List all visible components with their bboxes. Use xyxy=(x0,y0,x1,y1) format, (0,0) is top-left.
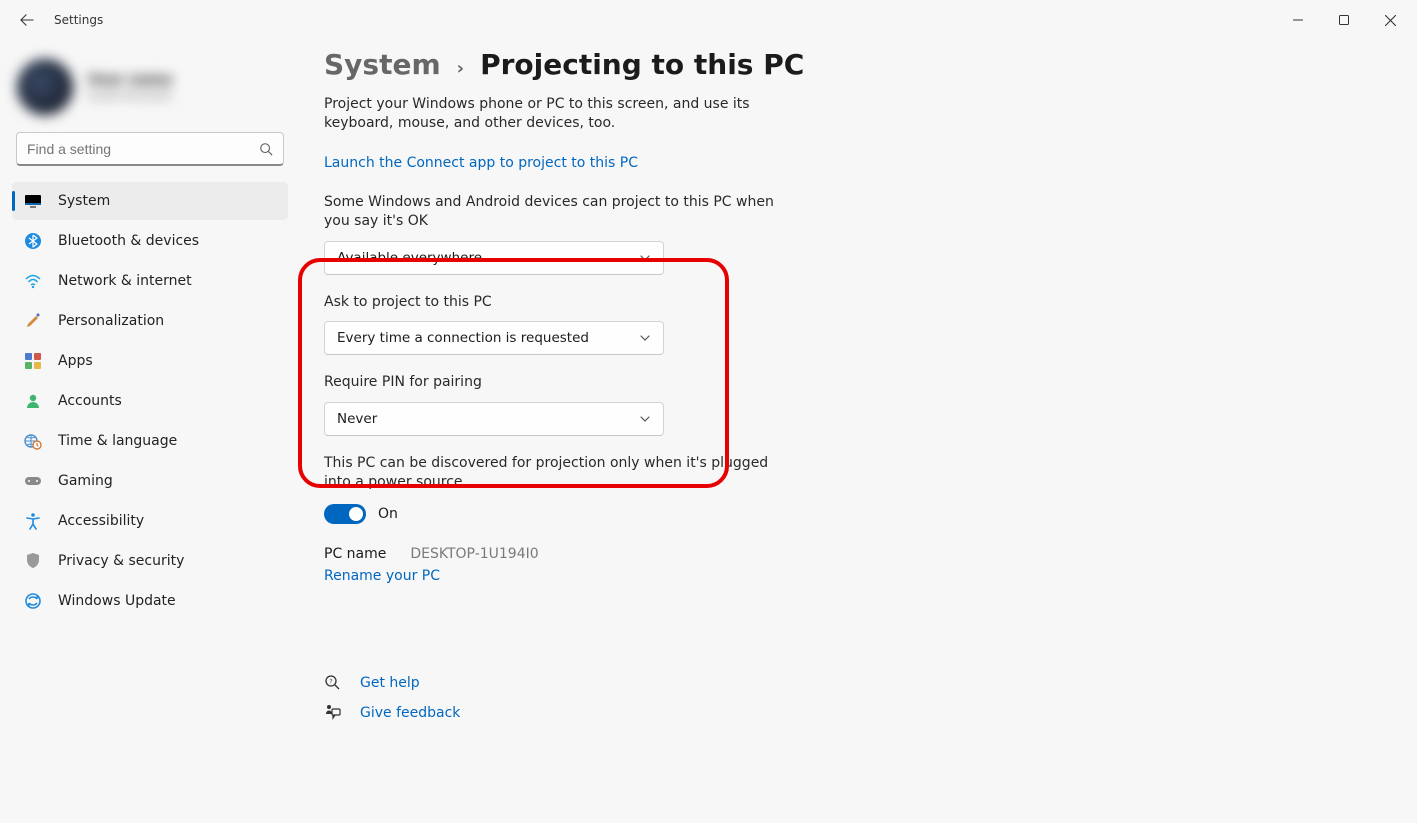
nav-label: Privacy & security xyxy=(58,553,184,569)
ask-select[interactable]: Every time a connection is requested xyxy=(324,321,664,355)
paintbrush-icon xyxy=(24,312,42,330)
toggle-state-label: On xyxy=(378,506,398,522)
breadcrumb-system[interactable]: System xyxy=(324,48,441,81)
nav-item-system[interactable]: System xyxy=(12,182,288,220)
nav-item-privacy[interactable]: Privacy & security xyxy=(12,542,288,580)
discover-label: This PC can be discovered for projection… xyxy=(324,454,779,492)
app-title: Settings xyxy=(54,13,103,27)
pcname-label: PC name xyxy=(324,546,386,562)
search-input-wrap[interactable] xyxy=(16,132,284,166)
profile-name: User name xyxy=(88,72,172,88)
get-help-link[interactable]: ? Get help xyxy=(324,674,1387,692)
nav-label: Time & language xyxy=(58,433,177,449)
minimize-button[interactable] xyxy=(1275,0,1321,40)
person-icon xyxy=(24,392,42,410)
maximize-button[interactable] xyxy=(1321,0,1367,40)
breadcrumb: System › Projecting to this PC xyxy=(324,48,1387,81)
back-button[interactable] xyxy=(4,0,50,40)
nav-label: Windows Update xyxy=(58,593,176,609)
pin-label: Require PIN for pairing xyxy=(324,373,779,392)
nav-label: Gaming xyxy=(58,473,113,489)
page-title: Projecting to this PC xyxy=(480,48,804,81)
give-feedback-label: Give feedback xyxy=(360,705,460,721)
pin-value: Never xyxy=(337,411,377,427)
accessibility-icon xyxy=(24,512,42,530)
availability-select[interactable]: Available everywhere xyxy=(324,241,664,275)
pin-select[interactable]: Never xyxy=(324,402,664,436)
nav-item-bluetooth[interactable]: Bluetooth & devices xyxy=(12,222,288,260)
apps-icon xyxy=(24,352,42,370)
search-input[interactable] xyxy=(27,141,259,157)
chevron-down-icon xyxy=(639,252,651,264)
nav-label: Apps xyxy=(58,353,93,369)
main-content: System › Projecting to this PC Project y… xyxy=(300,40,1417,823)
chevron-down-icon xyxy=(639,332,651,344)
ask-label: Ask to project to this PC xyxy=(324,293,779,312)
get-help-label: Get help xyxy=(360,675,420,691)
nav-item-personalization[interactable]: Personalization xyxy=(12,302,288,340)
availability-value: Available everywhere xyxy=(337,250,482,266)
availability-label: Some Windows and Android devices can pro… xyxy=(324,193,779,231)
update-icon xyxy=(24,592,42,610)
feedback-icon xyxy=(324,704,342,722)
pcname-value: DESKTOP-1U194I0 xyxy=(410,546,538,562)
nav-item-gaming[interactable]: Gaming xyxy=(12,462,288,500)
launch-connect-link[interactable]: Launch the Connect app to project to thi… xyxy=(324,155,638,171)
arrow-left-icon xyxy=(20,13,34,27)
gamepad-icon xyxy=(24,472,42,490)
nav-item-network[interactable]: Network & internet xyxy=(12,262,288,300)
nav-item-accessibility[interactable]: Accessibility xyxy=(12,502,288,540)
shield-icon xyxy=(24,552,42,570)
nav-label: Bluetooth & devices xyxy=(58,233,199,249)
title-bar: Settings xyxy=(0,0,1417,40)
window-controls xyxy=(1275,0,1413,40)
give-feedback-link[interactable]: Give feedback xyxy=(324,704,1387,722)
chevron-down-icon xyxy=(639,413,651,425)
search-icon xyxy=(259,142,273,156)
profile-subtitle: Local Account xyxy=(88,88,172,102)
sidebar: User name Local Account System Bluetooth… xyxy=(0,40,300,823)
nav-list: System Bluetooth & devices Network & int… xyxy=(0,182,300,620)
wifi-icon xyxy=(24,272,42,290)
avatar xyxy=(16,58,74,116)
bluetooth-icon xyxy=(24,232,42,250)
close-button[interactable] xyxy=(1367,0,1413,40)
svg-text:?: ? xyxy=(329,679,332,686)
nav-label: Accounts xyxy=(58,393,122,409)
chevron-right-icon: › xyxy=(457,58,464,79)
nav-item-windows-update[interactable]: Windows Update xyxy=(12,582,288,620)
help-icon: ? xyxy=(324,674,342,692)
globe-clock-icon xyxy=(24,432,42,450)
profile-block[interactable]: User name Local Account xyxy=(0,50,300,132)
nav-label: Personalization xyxy=(58,313,164,329)
nav-label: Accessibility xyxy=(58,513,144,529)
ask-value: Every time a connection is requested xyxy=(337,330,589,346)
nav-item-accounts[interactable]: Accounts xyxy=(12,382,288,420)
nav-item-apps[interactable]: Apps xyxy=(12,342,288,380)
rename-pc-link[interactable]: Rename your PC xyxy=(324,568,440,584)
nav-label: Network & internet xyxy=(58,273,192,289)
discover-toggle[interactable] xyxy=(324,504,366,524)
nav-label: System xyxy=(58,193,110,209)
nav-item-time-language[interactable]: Time & language xyxy=(12,422,288,460)
page-description: Project your Windows phone or PC to this… xyxy=(324,95,779,133)
system-icon xyxy=(24,192,42,210)
